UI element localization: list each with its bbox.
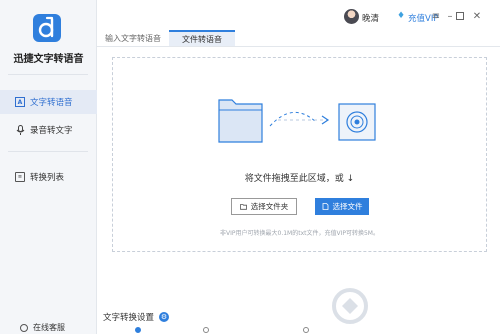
menu-icon[interactable]: ≡ (430, 10, 442, 22)
sidebar-item-label: 转换列表 (30, 173, 65, 183)
file-icon (322, 203, 328, 210)
select-file-label: 选择文件 (332, 202, 363, 211)
sidebar: 迅捷文字转语音 A 文字转语音 录音转文字 ≡ 转换列表 在线客服 (0, 0, 97, 334)
sidebar-divider (8, 151, 88, 152)
select-folder-label: 选择文件夹 (250, 202, 289, 211)
sidebar-divider (8, 74, 88, 75)
drop-instruction: 将文件拖拽至此区域，或 ↓ (244, 174, 355, 184)
close-icon[interactable]: ✕ (471, 10, 483, 22)
select-file-button[interactable]: 选择文件 (315, 198, 369, 215)
option-2[interactable] (203, 327, 212, 333)
username[interactable]: 晚清 (362, 12, 379, 24)
app-name: 迅捷文字转语音 (13, 54, 84, 65)
radio-selected-icon[interactable] (135, 327, 141, 333)
conversion-settings: 文字转换设置 ⚙ (103, 311, 170, 323)
list-document-icon: ≡ (15, 172, 25, 182)
sidebar-item-text-to-speech[interactable]: A 文字转语音 (0, 90, 97, 114)
select-folder-button[interactable]: 选择文件夹 (231, 198, 297, 215)
sidebar-item-recording-to-text[interactable]: 录音转文字 (0, 118, 97, 142)
online-service-link[interactable]: 在线客服 (20, 322, 65, 333)
sidebar-item-conversion-list[interactable]: ≡ 转换列表 (0, 165, 97, 189)
settings-options-row (103, 327, 403, 334)
option-3[interactable] (303, 327, 312, 333)
title-bar: 晚清 ♦ 充值VIP ≡ – ✕ (97, 0, 500, 32)
radio-icon[interactable] (203, 327, 209, 333)
online-service-label: 在线客服 (33, 323, 65, 332)
avatar[interactable] (344, 9, 359, 24)
tab-input-text-to-speech[interactable]: 输入文字转语音 (102, 30, 164, 46)
option-1[interactable] (135, 327, 144, 333)
sidebar-item-label: 录音转文字 (30, 126, 73, 136)
maximize-icon[interactable] (454, 10, 466, 22)
microphone-icon (15, 125, 25, 135)
vip-hint: 非VIP用户可转换最大0.1M的txt文件，充值VIP可转换5M。 (220, 230, 379, 237)
tab-file-to-speech[interactable]: 文件转语音 (169, 30, 235, 46)
folder-icon (239, 204, 247, 210)
folder-to-file-illustration (218, 99, 376, 143)
app-logo (33, 14, 61, 42)
settings-title: 文字转换设置 (103, 313, 155, 323)
radio-icon[interactable] (303, 327, 309, 333)
sidebar-item-label: 文字转语音 (30, 98, 73, 108)
headset-icon (20, 323, 28, 332)
diamond-icon: ♦ (397, 11, 406, 21)
tab-divider (97, 46, 500, 47)
text-box-icon: A (15, 97, 25, 107)
gear-icon[interactable]: ⚙ (159, 312, 170, 322)
file-drop-zone[interactable]: 将文件拖拽至此区域，或 ↓ 选择文件夹 选择文件 非VIP用户可转换最大0.1M… (112, 57, 487, 252)
